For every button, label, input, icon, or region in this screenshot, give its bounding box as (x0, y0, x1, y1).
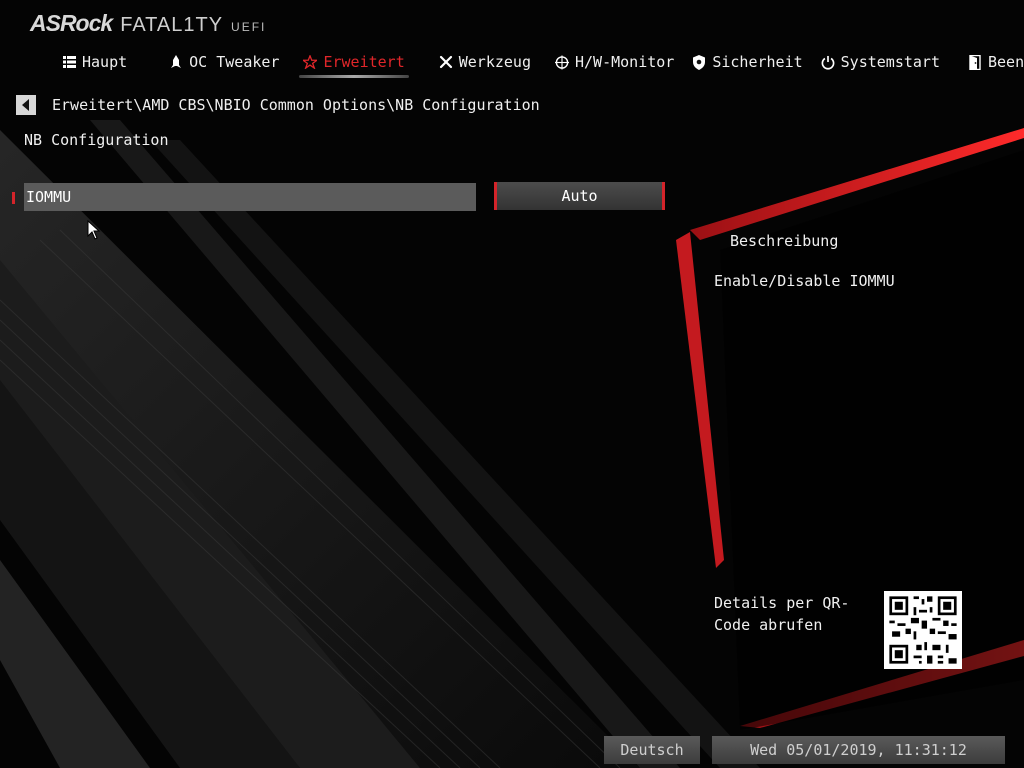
tab-label: Sicherheit (712, 53, 803, 71)
option-value-iommu[interactable]: Auto (494, 182, 665, 210)
tab-oc-tweaker[interactable]: OC Tweaker (169, 50, 279, 74)
tab-label: H/W-Monitor (575, 53, 675, 71)
tab-erweitert[interactable]: Erweitert (299, 50, 410, 78)
tab-label: Systemstart (840, 53, 940, 71)
rocket-icon (169, 55, 183, 69)
tab-label: Haupt (82, 53, 128, 71)
power-icon (821, 55, 835, 70)
list-icon (62, 55, 76, 69)
tab-systemstart[interactable]: Systemstart (821, 50, 940, 74)
description-title: Beschreibung (730, 232, 839, 250)
main-nav: Haupt OC Tweaker Erweitert Werkzeug H/W-… (60, 50, 1024, 78)
datetime-display: Wed 05/01/2019, 11:31:12 (712, 736, 1005, 764)
tab-haupt[interactable]: Haupt (62, 50, 127, 74)
breadcrumb: Erweitert\AMD CBS\NBIO Common Options\NB… (52, 96, 540, 114)
selection-marker (12, 192, 15, 204)
logo-brand: ASRock (30, 10, 113, 36)
crosshair-icon (555, 55, 569, 69)
exit-door-icon (968, 54, 982, 70)
logo-product: FATAL1TY (120, 14, 224, 36)
back-button[interactable] (16, 95, 36, 115)
star-icon (303, 55, 318, 69)
shield-icon (692, 54, 706, 70)
tab-sicherheit[interactable]: Sicherheit (692, 50, 803, 74)
arrow-left-icon (22, 99, 29, 111)
description-text: Enable/Disable IOMMU (714, 272, 895, 290)
tab-werkzeug[interactable]: Werkzeug (439, 50, 531, 74)
option-row-iommu[interactable]: IOMMU (24, 183, 476, 211)
qr-code-caption: Details per QR-Code abrufen (714, 594, 850, 634)
tab-label: Erweitert (323, 53, 405, 71)
tab-label: Beenden (988, 53, 1024, 71)
tab-beenden[interactable]: Beenden (968, 50, 1024, 74)
qr-code (884, 591, 962, 669)
mouse-cursor-icon (87, 220, 101, 240)
tab-label: OC Tweaker (189, 53, 280, 71)
tab-label: Werkzeug (458, 53, 531, 71)
logo-suffix: UEFI (231, 20, 267, 34)
background-artwork (0, 0, 1024, 768)
tools-icon (439, 55, 453, 69)
tab-hw-monitor[interactable]: H/W-Monitor (555, 50, 674, 74)
language-selector[interactable]: Deutsch (604, 736, 700, 764)
page-title: NB Configuration (24, 131, 169, 149)
breadcrumb-bar: Erweitert\AMD CBS\NBIO Common Options\NB… (16, 95, 540, 115)
asrock-logo: ASRock FATAL1TY UEFI (30, 10, 266, 38)
option-label: IOMMU (26, 188, 72, 206)
